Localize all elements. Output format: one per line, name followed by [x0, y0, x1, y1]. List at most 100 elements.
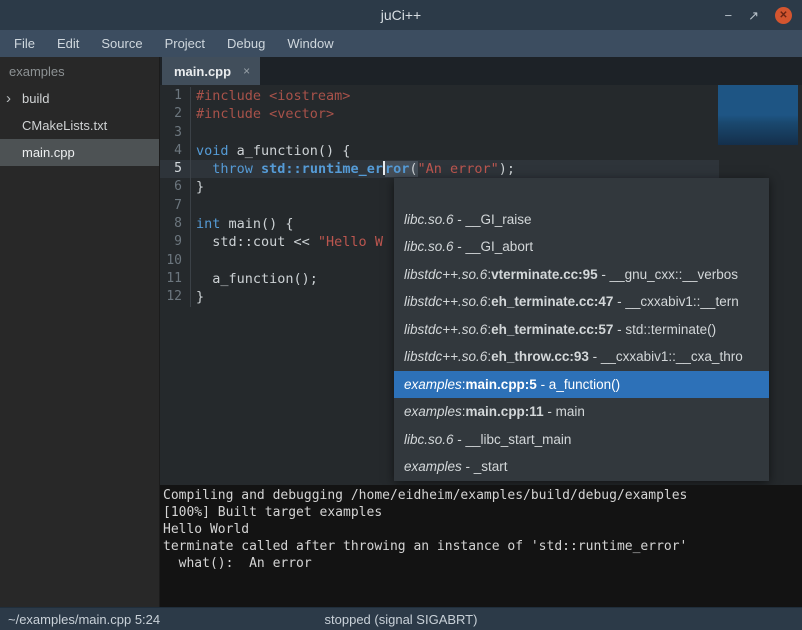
line-number: 4: [160, 142, 191, 160]
frame-module: examples: [404, 377, 462, 392]
token-type: ror: [385, 161, 409, 177]
frame-module: examples: [404, 404, 462, 419]
token-kw: void: [196, 143, 229, 159]
project-name: examples: [0, 57, 159, 85]
stack-frame-start[interactable]: examples - _start: [394, 453, 769, 481]
tree-item-label: build: [22, 91, 49, 106]
code-text: [191, 197, 196, 215]
console-line: Hello World: [163, 521, 799, 538]
minimize-icon[interactable]: −: [725, 9, 733, 22]
line-number: 11: [160, 270, 191, 288]
window-title: juCi++: [381, 7, 421, 23]
code-text: [191, 252, 196, 270]
code-text: #include <vector>: [191, 105, 334, 123]
stack-frame-blank[interactable]: [394, 178, 769, 206]
code-text: [191, 124, 196, 142]
menu-source[interactable]: Source: [90, 30, 153, 57]
stack-frame-a-function[interactable]: examples:main.cpp:5 - a_function(): [394, 371, 769, 399]
stack-trace-popup: libc.so.6 - __GI_raiselibc.so.6 - __GI_a…: [394, 178, 769, 481]
token-type: std::runtime_er: [261, 161, 383, 177]
token-inc: <iostream>: [269, 88, 350, 104]
stack-frame-cxxabiv1-tern[interactable]: libstdc++.so.6:eh_terminate.cc:47 - __cx…: [394, 288, 769, 316]
menu-bar: FileEditSourceProjectDebugWindow: [0, 30, 802, 57]
console-line: Compiling and debugging /home/eidheim/ex…: [163, 487, 799, 504]
line-number: 2: [160, 105, 191, 123]
token-plain: [253, 161, 261, 177]
tab-label: main.cpp: [174, 64, 231, 79]
tree-item-main-cpp[interactable]: main.cpp: [0, 139, 159, 166]
token-kw: throw: [212, 161, 253, 177]
tree-item-build[interactable]: ›build: [0, 85, 159, 112]
frame-module: libc.so.6: [404, 212, 454, 227]
stack-frame-cxxabiv1-cxa-thro[interactable]: libstdc++.so.6:eh_throw.cc:93 - __cxxabi…: [394, 343, 769, 371]
editor-overlay-panel: [718, 85, 798, 145]
tab-bar: main.cpp ×: [160, 57, 802, 85]
frame-file-line: main.cpp:5: [466, 377, 537, 392]
menu-file[interactable]: File: [3, 30, 46, 57]
frame-module: libstdc++.so.6: [404, 322, 487, 337]
maximize-icon[interactable]: ↗: [748, 9, 759, 22]
close-icon[interactable]: ✕: [775, 7, 792, 24]
console-line: terminate called after throwing an insta…: [163, 538, 799, 555]
line-number: 9: [160, 233, 191, 251]
console-line: what(): An error: [163, 555, 799, 572]
stack-frame-gnu-cxx-verbos[interactable]: libstdc++.so.6:vterminate.cc:95 - __gnu_…: [394, 261, 769, 289]
code-line-5[interactable]: 5 throw std::runtime_error("An error");: [160, 160, 802, 178]
token-plain: [196, 161, 212, 177]
console-output[interactable]: Compiling and debugging /home/eidheim/ex…: [160, 485, 802, 607]
line-number: 1: [160, 87, 191, 105]
file-tree: ›buildCMakeLists.txtmain.cpp: [0, 85, 159, 166]
stack-frame-libc-start-main[interactable]: libc.so.6 - __libc_start_main: [394, 426, 769, 454]
token-kw: int: [196, 216, 220, 232]
line-number: 5: [160, 160, 191, 178]
token-plain: a_function() {: [229, 143, 351, 159]
code-text: throw std::runtime_error("An error");: [191, 160, 515, 178]
token-str: "An error": [418, 161, 499, 177]
code-line-3[interactable]: 3: [160, 124, 802, 142]
stack-frame-std-terminate[interactable]: libstdc++.so.6:eh_terminate.cc:57 - std:…: [394, 316, 769, 344]
code-line-1[interactable]: 1#include <iostream>: [160, 87, 802, 105]
menu-window[interactable]: Window: [276, 30, 344, 57]
tree-item-label: main.cpp: [22, 145, 75, 160]
token-plain: a_function();: [196, 271, 318, 287]
code-text: a_function();: [191, 270, 318, 288]
main-area: examples ›buildCMakeLists.txtmain.cpp ma…: [0, 57, 802, 607]
tab-close-icon[interactable]: ×: [243, 64, 250, 78]
line-number: 10: [160, 252, 191, 270]
menu-debug[interactable]: Debug: [216, 30, 276, 57]
token-pp: #include: [196, 88, 269, 104]
tree-item-cmakelists-txt[interactable]: CMakeLists.txt: [0, 112, 159, 139]
frame-module: libc.so.6: [404, 239, 454, 254]
code-text: #include <iostream>: [191, 87, 350, 105]
frame-file-line: eh_throw.cc:93: [491, 349, 589, 364]
line-number: 3: [160, 124, 191, 142]
stack-frame-main[interactable]: examples:main.cpp:11 - main: [394, 398, 769, 426]
status-bar: stopped (signal SIGABRT) ~/examples/main…: [0, 607, 802, 630]
code-text: int main() {: [191, 215, 294, 233]
stack-frame-gi-abort[interactable]: libc.so.6 - __GI_abort: [394, 233, 769, 261]
chevron-right-icon[interactable]: ›: [6, 91, 22, 106]
tab-main-cpp[interactable]: main.cpp ×: [162, 57, 260, 85]
token-inc: <vector>: [269, 106, 334, 122]
line-number: 6: [160, 178, 191, 196]
window-controls: − ↗ ✕: [725, 0, 793, 30]
line-number: 8: [160, 215, 191, 233]
menu-project[interactable]: Project: [154, 30, 216, 57]
frame-module: libstdc++.so.6: [404, 294, 487, 309]
token-plain: }: [196, 289, 204, 305]
frame-module: libstdc++.so.6: [404, 267, 487, 282]
frame-module: libstdc++.so.6: [404, 349, 487, 364]
frame-module: examples: [404, 459, 462, 474]
file-path-status: ~/examples/main.cpp 5:24: [0, 612, 160, 627]
title-bar: juCi++ − ↗ ✕: [0, 0, 802, 30]
menu-edit[interactable]: Edit: [46, 30, 90, 57]
code-line-4[interactable]: 4 void a_function() {: [160, 142, 802, 160]
code-editor[interactable]: 1#include <iostream>2#include <vector>34…: [160, 85, 802, 485]
frame-file-line: eh_terminate.cc:47: [491, 294, 613, 309]
token-plain: std::cout <<: [196, 234, 318, 250]
line-number: 12: [160, 288, 191, 306]
code-line-2[interactable]: 2#include <vector>: [160, 105, 802, 123]
stack-frame-gi-raise[interactable]: libc.so.6 - __GI_raise: [394, 206, 769, 234]
token-pp: #include: [196, 106, 269, 122]
frame-module: libc.so.6: [404, 432, 454, 447]
